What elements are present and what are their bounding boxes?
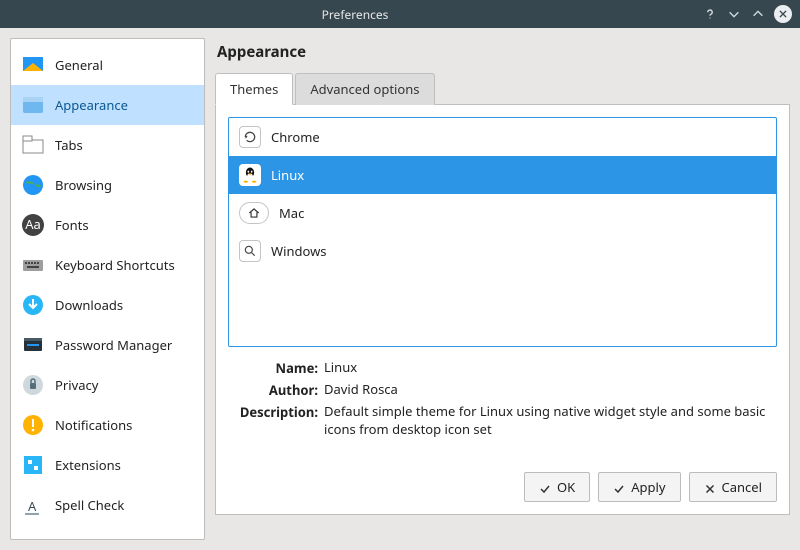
- sidebar-item-label: Privacy: [55, 376, 98, 394]
- sidebar-item-browsing[interactable]: Browsing: [11, 165, 204, 205]
- tab-bar: Themes Advanced options: [215, 72, 790, 105]
- general-icon: [21, 53, 45, 77]
- theme-item-windows[interactable]: Windows: [229, 232, 776, 270]
- detail-author-label: Author:: [228, 381, 318, 399]
- themes-list: Chrome Linux Mac: [228, 117, 777, 347]
- help-icon[interactable]: [702, 6, 718, 22]
- sidebar-item-label: Fonts: [55, 216, 89, 234]
- theme-item-chrome[interactable]: Chrome: [229, 118, 776, 156]
- tab-themes[interactable]: Themes: [215, 73, 293, 105]
- cancel-button-label: Cancel: [722, 478, 762, 496]
- dialog-button-row: OK Apply Cancel: [228, 462, 777, 502]
- globe-icon: [21, 173, 45, 197]
- preferences-sidebar: General Appearance Tabs Browsing Aa Font…: [10, 38, 205, 540]
- sidebar-item-label: Notifications: [55, 416, 132, 434]
- apply-button[interactable]: Apply: [598, 472, 680, 502]
- main-panel: Appearance Themes Advanced options Chrom…: [215, 38, 790, 540]
- extensions-icon: [21, 453, 45, 477]
- tab-panel-themes: Chrome Linux Mac: [215, 105, 790, 515]
- theme-item-label: Linux: [271, 166, 304, 184]
- theme-item-mac[interactable]: Mac: [229, 194, 776, 232]
- page-title: Appearance: [215, 38, 790, 72]
- sidebar-item-privacy[interactable]: Privacy: [11, 365, 204, 405]
- tab-advanced-options[interactable]: Advanced options: [295, 73, 434, 105]
- theme-detail: Name: Linux Author: David Rosca Descript…: [228, 359, 777, 438]
- privacy-icon: [21, 373, 45, 397]
- sidebar-item-password-manager[interactable]: Password Manager: [11, 325, 204, 365]
- sidebar-item-label: General: [55, 56, 103, 74]
- titlebar-controls: [702, 5, 792, 23]
- sidebar-item-tabs[interactable]: Tabs: [11, 125, 204, 165]
- tux-icon: [239, 164, 261, 186]
- sidebar-item-keyboard-shortcuts[interactable]: Keyboard Shortcuts: [11, 245, 204, 285]
- detail-description-label: Description:: [228, 403, 318, 438]
- detail-name-label: Name:: [228, 359, 318, 377]
- detail-author-value: David Rosca: [324, 381, 777, 399]
- svg-text:A: A: [28, 497, 37, 515]
- sidebar-item-label: Appearance: [55, 96, 128, 114]
- ok-button[interactable]: OK: [524, 472, 590, 502]
- spell-check-icon: A: [21, 493, 45, 517]
- refresh-icon: [239, 126, 261, 148]
- sidebar-item-fonts[interactable]: Aa Fonts: [11, 205, 204, 245]
- detail-description-value: Default simple theme for Linux using nat…: [324, 403, 777, 438]
- sidebar-item-downloads[interactable]: Downloads: [11, 285, 204, 325]
- minimize-icon[interactable]: [726, 6, 742, 22]
- check-icon: [613, 481, 625, 493]
- sidebar-item-label: Keyboard Shortcuts: [55, 256, 175, 274]
- maximize-icon[interactable]: [750, 6, 766, 22]
- check-icon: [539, 481, 551, 493]
- fonts-icon: Aa: [21, 213, 45, 237]
- svg-text:Aa: Aa: [25, 215, 41, 233]
- keyboard-icon: [21, 253, 45, 277]
- theme-item-linux[interactable]: Linux: [229, 156, 776, 194]
- appearance-icon: [21, 93, 45, 117]
- close-icon: [704, 481, 716, 493]
- sidebar-item-notifications[interactable]: Notifications: [11, 405, 204, 445]
- ok-button-label: OK: [557, 478, 575, 496]
- theme-item-label: Chrome: [271, 128, 320, 146]
- window-title: Preferences: [8, 6, 702, 23]
- sidebar-item-extensions[interactable]: Extensions: [11, 445, 204, 485]
- sidebar-item-general[interactable]: General: [11, 45, 204, 85]
- detail-name-value: Linux: [324, 359, 777, 377]
- sidebar-item-spell-check[interactable]: A Spell Check: [11, 485, 204, 525]
- sidebar-item-appearance[interactable]: Appearance: [11, 85, 204, 125]
- close-icon[interactable]: [774, 5, 792, 23]
- apply-button-label: Apply: [631, 478, 665, 496]
- cancel-button[interactable]: Cancel: [689, 472, 777, 502]
- search-icon: [239, 240, 261, 262]
- theme-item-label: Mac: [279, 204, 304, 222]
- sidebar-item-label: Password Manager: [55, 336, 172, 354]
- downloads-icon: [21, 293, 45, 317]
- sidebar-item-label: Downloads: [55, 296, 123, 314]
- sidebar-item-label: Extensions: [55, 456, 121, 474]
- sidebar-item-label: Browsing: [55, 176, 112, 194]
- tabs-icon: [21, 133, 45, 157]
- password-manager-icon: [21, 333, 45, 357]
- window-titlebar: Preferences: [0, 0, 800, 28]
- notifications-icon: [21, 413, 45, 437]
- sidebar-item-label: Spell Check: [55, 496, 124, 514]
- theme-item-label: Windows: [271, 242, 327, 260]
- sidebar-item-label: Tabs: [55, 136, 83, 154]
- home-icon: [239, 202, 269, 224]
